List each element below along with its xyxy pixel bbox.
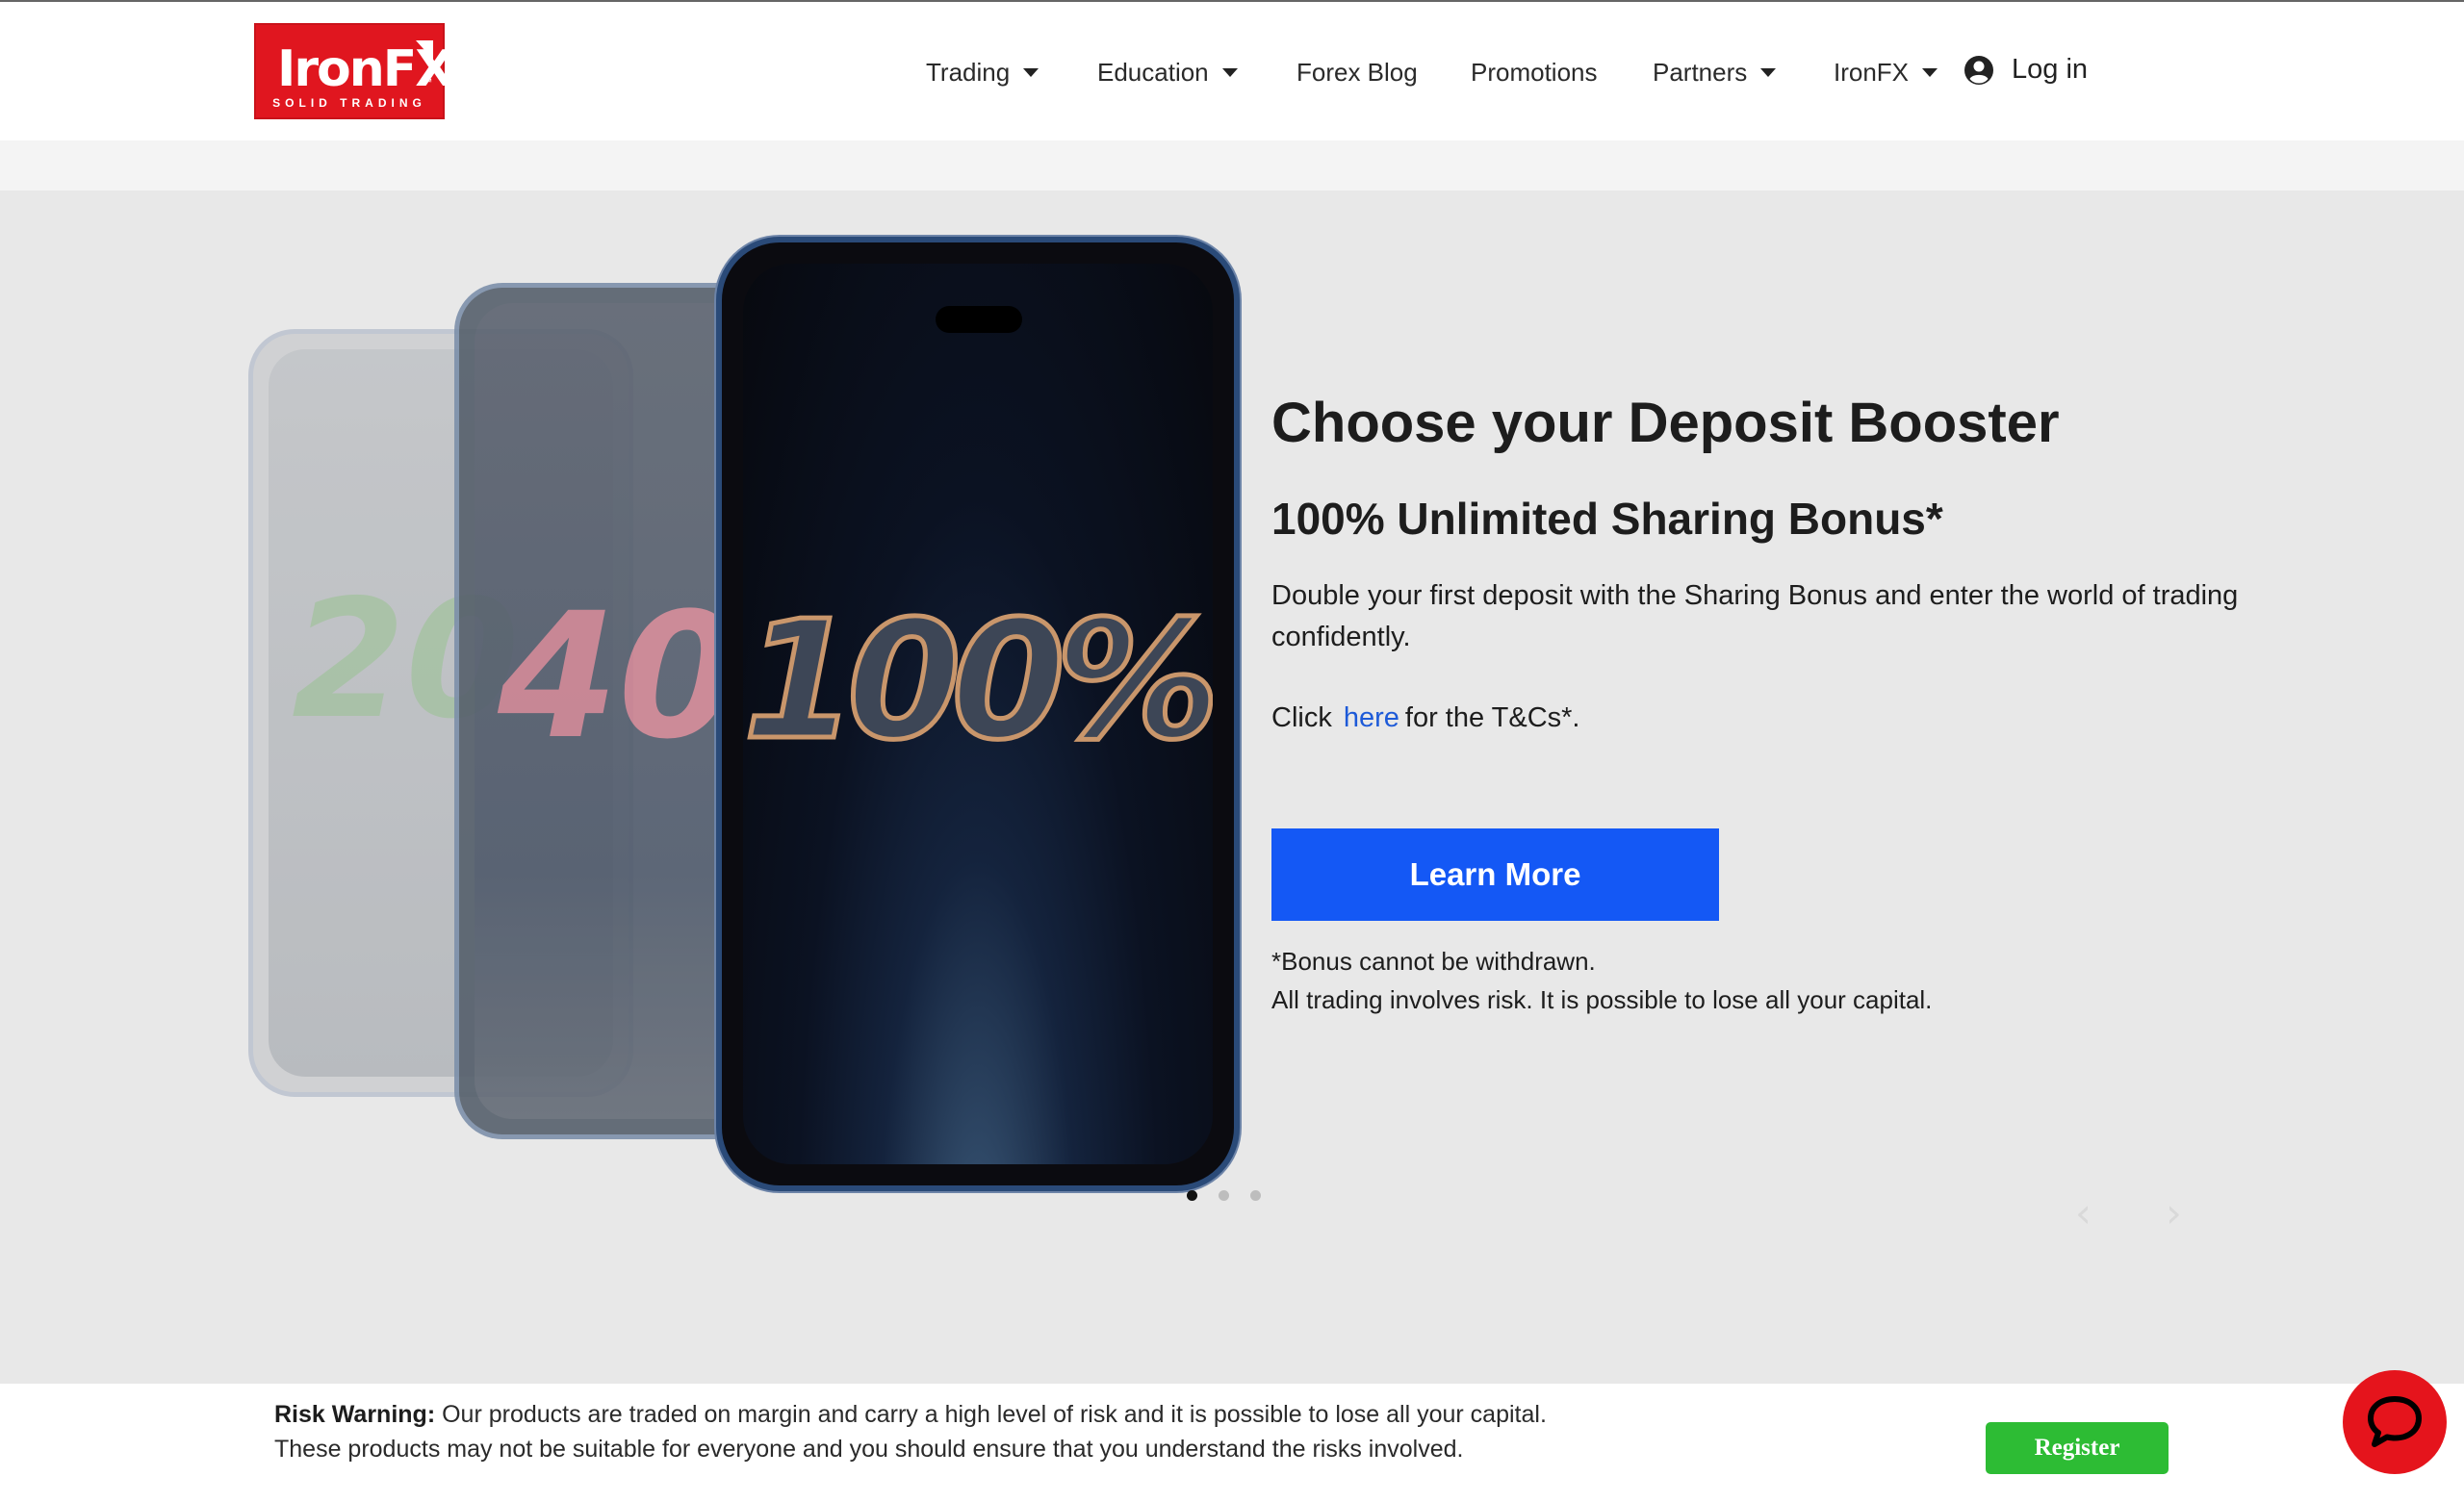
nav-promotions-label: Promotions (1471, 58, 1598, 87)
login-link[interactable]: Log in (1964, 54, 2088, 86)
chevron-left-icon[interactable]: ‹ (2075, 1189, 2092, 1236)
nav-education-label: Education (1097, 58, 1209, 87)
logo-tagline: SOLID TRADING (272, 96, 426, 110)
tc-prefix: Click (1271, 702, 1332, 733)
chat-bubble-icon (2368, 1396, 2422, 1447)
phone-mockup-100: 100% (716, 237, 1240, 1191)
nav-ironfx-label: IronFX (1834, 58, 1910, 87)
nav-partners[interactable]: Partners (1653, 58, 1777, 88)
carousel-dots (1187, 1190, 1261, 1201)
register-button[interactable]: Register (1986, 1422, 2169, 1474)
chevron-right-icon[interactable]: › (2166, 1189, 2182, 1236)
logo-flag-icon (416, 40, 433, 60)
risk-warning-line-1: Our products are traded on margin and ca… (442, 1401, 1547, 1428)
nav-forex-blog-label: Forex Blog (1296, 58, 1418, 87)
logo-trademark: ™ (424, 77, 432, 87)
caret-down-icon (1922, 68, 1938, 77)
phone-screen: 100% (743, 264, 1213, 1164)
caret-down-icon (1760, 68, 1777, 77)
sub-header-strip (0, 140, 2464, 191)
hero-headline: Choose your Deposit Booster (1271, 392, 2060, 454)
nav-ironfx[interactable]: IronFX (1834, 58, 1938, 88)
risk-warning-text: Risk Warning: Our products are traded on… (274, 1397, 1547, 1466)
login-label: Log in (2012, 54, 2089, 85)
nav-trading[interactable]: Trading (926, 58, 1040, 88)
carousel-dot-2[interactable] (1219, 1190, 1229, 1201)
phone-number-100: 100% (743, 584, 1213, 779)
phone-mockup-40: 40 (454, 283, 748, 1139)
risk-warning-label: Risk Warning: (274, 1401, 436, 1428)
hero-description: Double your first deposit with the Shari… (1271, 580, 2239, 652)
nav-partners-label: Partners (1653, 58, 1748, 87)
nav-trading-label: Trading (926, 58, 1011, 87)
tc-link[interactable]: here (1344, 702, 1399, 733)
risk-disclaimer: All trading involves risk. It is possibl… (1271, 985, 1933, 1014)
ironfx-logo[interactable]: IronFX ™ SOLID TRADING (254, 23, 453, 119)
risk-warning-line-2: These products may not be suitable for e… (274, 1436, 1464, 1463)
caret-down-icon (1023, 68, 1040, 77)
nav-forex-blog[interactable]: Forex Blog (1296, 58, 1418, 88)
carousel-dot-1[interactable] (1187, 1190, 1197, 1201)
caret-down-icon (1221, 68, 1238, 77)
nav-promotions[interactable]: Promotions (1471, 58, 1598, 88)
user-circle-icon (1964, 55, 1993, 85)
site-header: IronFX ™ SOLID TRADING Trading Education… (0, 2, 2464, 140)
tc-line: Click here for the T&Cs*. (1271, 702, 1579, 734)
nav-education[interactable]: Education (1097, 58, 1238, 88)
learn-more-button[interactable]: Learn More (1271, 828, 1719, 921)
carousel-dot-3[interactable] (1250, 1190, 1261, 1201)
hero-subheadline: 100% Unlimited Sharing Bonus* (1271, 494, 1943, 544)
chat-button[interactable] (2343, 1370, 2447, 1474)
tc-suffix: for the T&Cs*. (1404, 702, 1580, 733)
phone-dynamic-island (936, 306, 1022, 333)
phone-number-40: 40 (498, 576, 739, 777)
bonus-disclaimer: *Bonus cannot be withdrawn. (1271, 947, 1596, 976)
